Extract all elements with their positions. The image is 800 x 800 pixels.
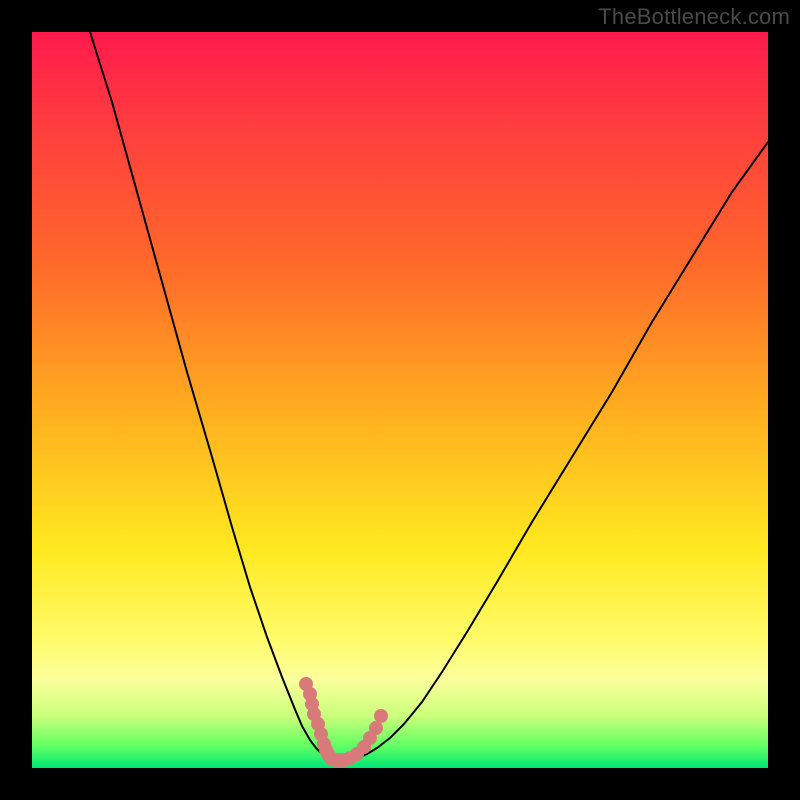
watermark-text: TheBottleneck.com [598, 4, 790, 30]
valley-markers [299, 677, 388, 767]
marker-dot [374, 709, 388, 723]
chart-svg [32, 32, 768, 768]
left-curve [90, 32, 334, 762]
marker-dot [369, 721, 383, 735]
right-curve [352, 142, 768, 762]
plot-area [32, 32, 768, 768]
chart-frame: TheBottleneck.com [0, 0, 800, 800]
